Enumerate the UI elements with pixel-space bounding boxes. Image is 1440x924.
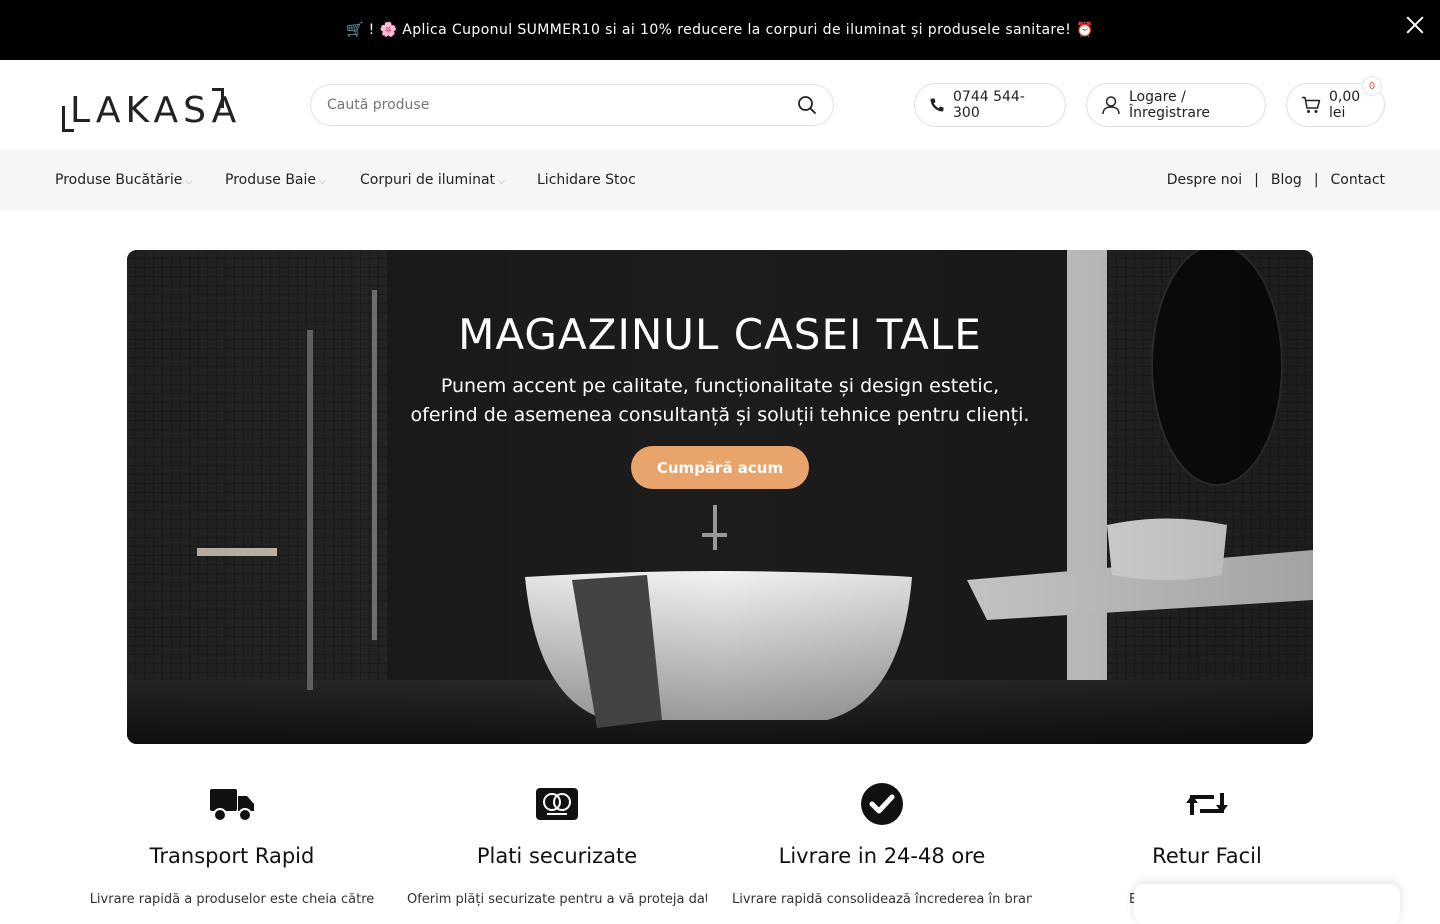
chat-widget[interactable] xyxy=(1134,884,1400,924)
mastercard-icon xyxy=(407,780,707,828)
hero-subtitle-line-2: oferind de asemenea consultanță și soluț… xyxy=(410,404,1030,426)
nav-item-lichidare-stoc[interactable]: Lichidare Stoc xyxy=(537,172,636,188)
check-circle-icon xyxy=(732,780,1032,828)
nav-item-label: Produse Baie xyxy=(225,172,317,188)
search-input[interactable] xyxy=(327,97,797,113)
nav-item-label: Corpuri de iluminat xyxy=(360,172,496,188)
hero-subtitle-line-1: Punem accent pe calitate, funcționalitat… xyxy=(440,375,1000,397)
feature-delivery: Livrare in 24-48 ore Livrare rapidă cons… xyxy=(732,780,1032,907)
hero-subtitle: Punem accent pe calitate, funcționalitat… xyxy=(127,372,1313,430)
cart-button[interactable]: 0,00 lei 0 xyxy=(1286,76,1385,127)
nav-item-label: Produse Bucătărie xyxy=(55,172,183,188)
nav-item-produse-bucatarie[interactable]: Produse Bucătărie ⌵ xyxy=(55,172,192,188)
hero-title: MAGAZINUL CASEI TALE xyxy=(458,310,982,359)
account-button[interactable]: Logare / Înregistrare xyxy=(1086,83,1266,127)
chevron-down-icon: ⌵ xyxy=(498,177,505,187)
phone-icon xyxy=(929,97,945,113)
close-icon[interactable] xyxy=(1404,14,1426,36)
feature-payments: Plati securizate Oferim plăți securizate… xyxy=(407,780,707,907)
feature-title: Plati securizate xyxy=(476,844,638,868)
feature-title: Livrare in 24-48 ore xyxy=(778,844,986,868)
hero-banner: MAGAZINUL CASEI TALE Punem accent pe cal… xyxy=(127,250,1313,744)
promo-text: 🛒 ! 🌸 Aplica Cuponul SUMMER10 si ai 10% … xyxy=(345,22,1094,38)
phone-number: 0744 544-300 xyxy=(953,89,1025,121)
chevron-down-icon: ⌵ xyxy=(185,177,193,187)
chevron-down-icon: ⌵ xyxy=(319,177,326,187)
nav-separator: | xyxy=(1254,172,1259,188)
site-header: LAKASA 0744 544-300 Logare / Înregistrar… xyxy=(0,60,1440,150)
search-icon[interactable] xyxy=(797,95,817,115)
cart-count-badge: 0 xyxy=(1362,76,1382,96)
nav-separator: | xyxy=(1313,172,1319,188)
cart-total: 0,00 lei xyxy=(1329,89,1361,121)
account-label: Logare / Înregistrare xyxy=(1129,89,1211,121)
nav-secondary: Despre noi | Blog | Contact xyxy=(1167,172,1385,188)
cart-icon xyxy=(1301,96,1321,114)
retweet-icon xyxy=(1057,780,1357,828)
shop-now-button[interactable]: Cumpără acum xyxy=(631,446,809,489)
truck-icon xyxy=(82,780,382,828)
logo-text: LAKASA xyxy=(70,90,242,131)
main-nav: Produse Bucătărie ⌵ Produse Baie ⌵ Corpuri… xyxy=(0,150,1440,210)
promo-bar: 🛒 ! 🌸 Aplica Cuponul SUMMER10 si ai 10% … xyxy=(0,0,1440,60)
nav-item-corpuri-iluminat[interactable]: Corpuri de iluminat ⌵ xyxy=(360,172,505,188)
nav-link-despre-noi[interactable]: Despre noi xyxy=(1167,172,1242,188)
logo[interactable]: LAKASA xyxy=(62,86,236,134)
nav-link-blog[interactable]: Blog xyxy=(1271,172,1302,188)
nav-link-contact[interactable]: Contact xyxy=(1331,172,1385,188)
user-icon xyxy=(1101,95,1121,115)
phone-button[interactable]: 0744 544-300 xyxy=(914,83,1066,127)
feature-transport: Transport Rapid Livrare rapidă a produse… xyxy=(82,780,382,907)
nav-item-label: Lichidare Stoc xyxy=(537,172,636,188)
feature-title: Retur Facil xyxy=(1152,844,1262,868)
nav-item-produse-baie[interactable]: Produse Baie ⌵ xyxy=(225,172,326,188)
feature-title: Transport Rapid xyxy=(149,844,315,868)
search-bar xyxy=(310,84,834,126)
